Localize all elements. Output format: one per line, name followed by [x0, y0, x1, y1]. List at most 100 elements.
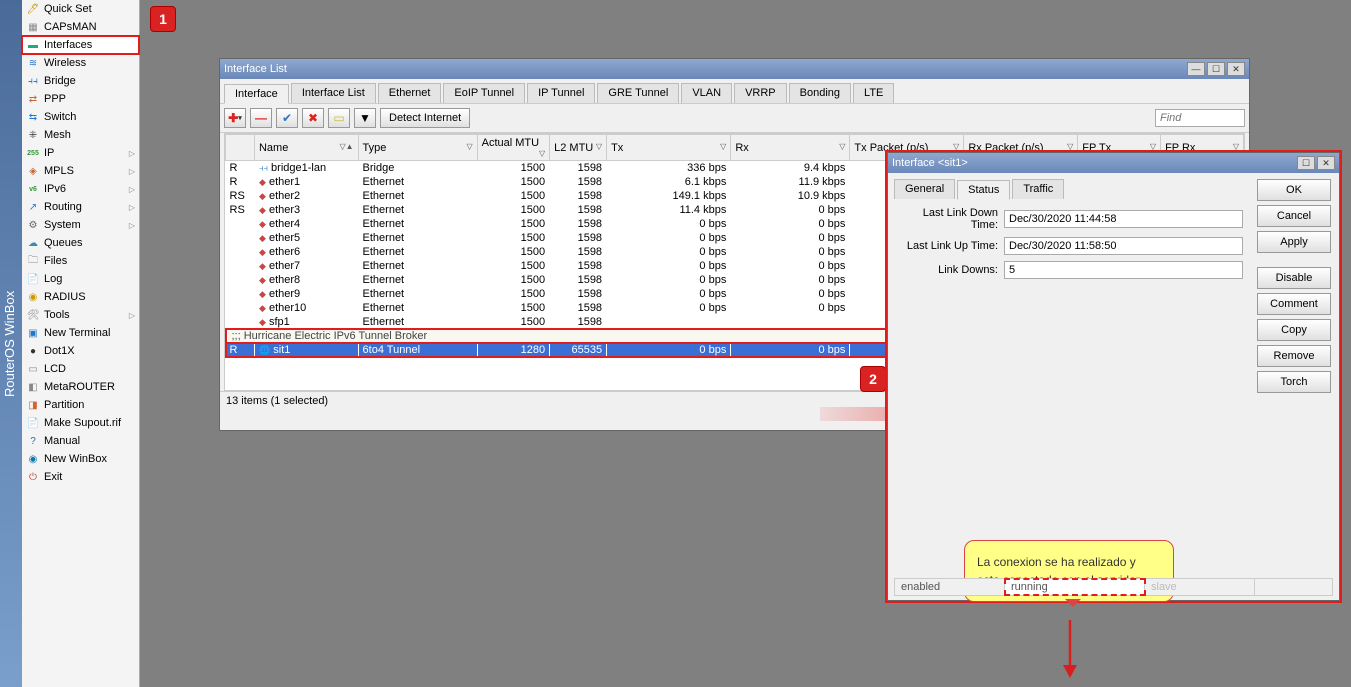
sidebar-item-bridge[interactable]: ⫞⫞Bridge [22, 72, 139, 90]
column-header[interactable] [226, 135, 255, 161]
remove-button[interactable]: — [250, 108, 272, 128]
tab-traffic[interactable]: Traffic [1012, 179, 1064, 199]
sidebar-item-switch[interactable]: ⇆Switch [22, 108, 139, 126]
menu-icon: ◧ [26, 380, 40, 394]
chevron-right-icon: ▷ [129, 221, 135, 230]
column-header[interactable]: Actual MTU ▽ [477, 135, 549, 161]
menu-icon: ▣ [26, 326, 40, 340]
tab-vrrp[interactable]: VRRP [734, 83, 787, 103]
tab-vlan[interactable]: VLAN [681, 83, 732, 103]
sidebar-item-tools[interactable]: 🛠Tools▷ [22, 306, 139, 324]
disable-button[interactable]: ✖ [302, 108, 324, 128]
sidebar-item-interfaces[interactable]: ▬Interfaces [22, 36, 139, 54]
sidebar-item-new-winbox[interactable]: ◉New WinBox [22, 450, 139, 468]
titlebar[interactable]: Interface <sit1> ☐ ✕ [888, 153, 1339, 173]
tab-ip-tunnel[interactable]: IP Tunnel [527, 83, 595, 103]
interface-icon: ◆ [259, 261, 266, 271]
add-button[interactable]: ✚▾ [224, 108, 246, 128]
maximize-button[interactable]: ☐ [1207, 62, 1225, 76]
sidebar-item-log[interactable]: 📄Log [22, 270, 139, 288]
sidebar-item-ipv6[interactable]: v6IPv6▷ [22, 180, 139, 198]
sidebar-item-capsman[interactable]: ▦CAPsMAN [22, 18, 139, 36]
sidebar-item-make-supout.rif[interactable]: 📄 Make Supout.rif [22, 414, 139, 432]
column-header[interactable]: L2 MTU ▽ [550, 135, 607, 161]
torch-button[interactable]: Torch [1257, 371, 1331, 393]
sidebar-item-label: MetaROUTER [44, 381, 115, 393]
maximize-button[interactable]: ☐ [1297, 156, 1315, 170]
interface-icon: ◆ [259, 177, 266, 187]
status-cell: enabled [895, 579, 1005, 595]
sidebar-item-label: Routing [44, 201, 82, 213]
sidebar-item-ip[interactable]: 255IP▷ [22, 144, 139, 162]
sidebar-item-mesh[interactable]: ⁜Mesh [22, 126, 139, 144]
sidebar-item-system[interactable]: ⚙ System ▷ [22, 216, 139, 234]
filter-button[interactable]: ▼ [354, 108, 376, 128]
sidebar-item-label: Make Supout.rif [44, 417, 121, 429]
tab-ethernet[interactable]: Ethernet [378, 83, 442, 103]
sidebar-item-new-terminal[interactable]: ▣New Terminal [22, 324, 139, 342]
find-input[interactable] [1155, 109, 1245, 127]
interface-icon: ◆ [259, 289, 266, 299]
comment-button[interactable]: ▭ [328, 108, 350, 128]
menu-icon: ⚙ [26, 218, 40, 232]
sidebar-item-mpls[interactable]: ◈MPLS▷ [22, 162, 139, 180]
status-cell: running [1005, 579, 1145, 595]
sidebar-item-lcd[interactable]: ▭LCD [22, 360, 139, 378]
sidebar-item-manual[interactable]: ?Manual [22, 432, 139, 450]
remove-button[interactable]: Remove [1257, 345, 1331, 367]
menu-icon: ☁ [26, 236, 40, 250]
column-header[interactable]: Type ▽ [358, 135, 477, 161]
close-button[interactable]: ✕ [1317, 156, 1335, 170]
sidebar-item-dot1x[interactable]: ●Dot1X [22, 342, 139, 360]
sidebar-item-label: System [44, 219, 81, 231]
tab-interface-list[interactable]: Interface List [291, 83, 376, 103]
sidebar-item-files[interactable]: 🗀Files [22, 252, 139, 270]
menu-icon: ⇄ [26, 92, 40, 106]
tab-bonding[interactable]: Bonding [789, 83, 851, 103]
sidebar-item-wireless[interactable]: ≋Wireless [22, 54, 139, 72]
dialog-statusbar: enabledrunningslave [894, 578, 1333, 596]
column-header[interactable]: Tx ▽ [607, 135, 731, 161]
column-header[interactable]: Rx ▽ [731, 135, 850, 161]
sidebar-item-quick-set[interactable]: 🖊Quick Set [22, 0, 139, 18]
cancel-button[interactable]: Cancel [1257, 205, 1331, 227]
menu-icon: 📄 [26, 416, 40, 430]
column-header[interactable]: Name ▲ ▽ [254, 135, 358, 161]
sidebar-item-label: Bridge [44, 75, 76, 87]
chevron-right-icon: ▷ [129, 185, 135, 194]
sidebar-item-radius[interactable]: ◉RADIUS [22, 288, 139, 306]
sidebar-item-label: Exit [44, 471, 62, 483]
apply-button[interactable]: Apply [1257, 231, 1331, 253]
tab-eoip-tunnel[interactable]: EoIP Tunnel [443, 83, 525, 103]
sidebar-item-label: Interfaces [44, 39, 92, 51]
copy-button[interactable]: Copy [1257, 319, 1331, 341]
detect-internet-button[interactable]: Detect Internet [380, 108, 470, 128]
tab-status[interactable]: Status [957, 180, 1010, 200]
tab-gre-tunnel[interactable]: GRE Tunnel [597, 83, 679, 103]
sidebar-item-partition[interactable]: ◨Partition [22, 396, 139, 414]
enable-button[interactable]: ✔ [276, 108, 298, 128]
dialog-buttons: OK Cancel Apply Disable Comment Copy Remove Tor… [1249, 173, 1339, 600]
interface-icon: ◆ [259, 303, 266, 313]
sidebar-item-label: IP [44, 147, 54, 159]
sidebar-item-metarouter[interactable]: ◧ MetaROUTER [22, 378, 139, 396]
disable-button[interactable]: Disable [1257, 267, 1331, 289]
menu-icon: ▭ [26, 362, 40, 376]
close-button[interactable]: ✕ [1227, 62, 1245, 76]
sidebar-item-exit[interactable]: ⏻Exit [22, 468, 139, 486]
ok-button[interactable]: OK [1257, 179, 1331, 201]
interface-icon: ⫞⫞ [259, 163, 268, 173]
tab-lte[interactable]: LTE [853, 83, 894, 103]
sidebar-item-routing[interactable]: ↗Routing▷ [22, 198, 139, 216]
tab-general[interactable]: General [894, 179, 955, 199]
titlebar[interactable]: Interface List — ☐ ✕ [220, 59, 1249, 79]
tab-interface[interactable]: Interface [224, 84, 289, 104]
sidebar-item-queues[interactable]: ☁Queues [22, 234, 139, 252]
minimize-button[interactable]: — [1187, 62, 1205, 76]
menu-icon: ? [26, 434, 40, 448]
sidebar-item-label: New WinBox [44, 453, 107, 465]
chevron-right-icon: ▷ [129, 203, 135, 212]
chevron-right-icon: ▷ [129, 149, 135, 158]
sidebar-item-ppp[interactable]: ⇄PPP [22, 90, 139, 108]
comment-button[interactable]: Comment [1257, 293, 1331, 315]
